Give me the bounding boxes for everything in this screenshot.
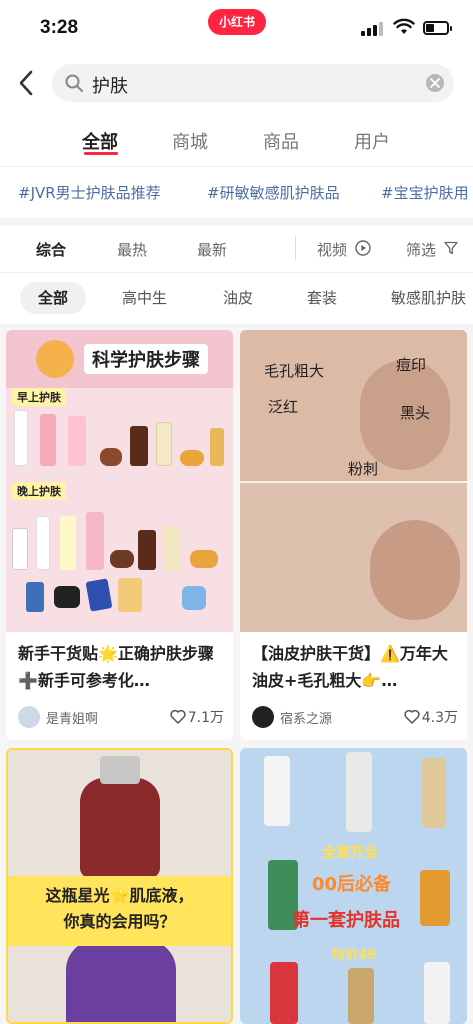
tab-all[interactable]: 全部: [82, 128, 118, 154]
tab-products[interactable]: 商品: [263, 128, 299, 154]
note-cover-image: 这瓶星光⭐肌底液， 你真的会用吗？: [8, 750, 231, 1022]
cover-morning-label: 早上护肤: [12, 388, 66, 406]
hashtag-link[interactable]: #研敏敏感肌护肤品: [207, 182, 340, 203]
hashtag-link[interactable]: #JVR男士护肤品推荐: [18, 182, 161, 203]
battery-icon: [423, 21, 452, 35]
photo-label: 黑头: [400, 404, 431, 422]
note-title: 新手干货贴🌟正确护肤步骤➕新手可参考化…: [18, 644, 214, 690]
heart-icon[interactable]: [404, 709, 420, 724]
chip-sensitive-skin[interactable]: 敏感肌护肤: [373, 282, 473, 314]
back-arrow-icon[interactable]: [14, 68, 40, 98]
photo-label: 泛红: [268, 398, 299, 416]
photo-label: 毛孔粗大: [264, 362, 325, 380]
cover-text: 全套齐全: [322, 845, 378, 861]
keyword-chips: 全部 高中生 油皮 套装 敏感肌护肤: [0, 280, 473, 320]
author-name[interactable]: 宿系之源: [280, 708, 332, 727]
result-tabs: 全部 商城 商品 用户: [0, 120, 473, 164]
cover-headline: 科学护肤步骤: [84, 344, 208, 374]
heart-icon[interactable]: [170, 709, 186, 724]
cellular-signal-icon: [361, 20, 383, 36]
avatar[interactable]: [18, 706, 40, 728]
app-logo-badge: 小红书: [208, 9, 266, 35]
note-author-row: 是青姐啊 7.1万: [18, 706, 224, 728]
note-cover-image: 科学护肤步骤 早上护肤 晚上护肤: [6, 330, 233, 632]
sort-hottest[interactable]: 最热: [117, 239, 147, 260]
play-circle-icon[interactable]: [355, 240, 371, 256]
hashtag-link[interactable]: #宝宝护肤用: [381, 182, 469, 203]
divider: [0, 166, 473, 167]
cover-text: 你真的会用吗？: [63, 912, 176, 931]
chip-sets[interactable]: 套装: [289, 282, 355, 314]
wifi-icon: [393, 18, 415, 34]
divider: [295, 236, 296, 260]
active-tab-indicator: [84, 152, 118, 155]
note-author-row: 宿系之源 4.3万: [252, 706, 458, 728]
chip-oily-skin[interactable]: 油皮: [205, 282, 271, 314]
tab-users[interactable]: 用户: [354, 128, 390, 154]
video-filter-button[interactable]: 视频: [317, 239, 347, 260]
note-feed: 科学护肤步骤 早上护肤 晚上护肤 新手干货贴🌟正确护肤步骤➕新手可参考化… 是青…: [0, 324, 473, 1024]
funnel-icon[interactable]: [444, 241, 458, 255]
note-card[interactable]: 科学护肤步骤 早上护肤 晚上护肤 新手干货贴🌟正确护肤步骤➕新手可参考化… 是青…: [6, 330, 233, 740]
note-cover-image: 全套齐全 00后必备 第一套护肤品 均价49: [240, 748, 467, 1024]
clear-search-icon[interactable]: [426, 74, 444, 92]
chip-highschool[interactable]: 高中生: [104, 282, 185, 314]
cover-text: 均价49: [332, 948, 377, 963]
search-icon: [65, 74, 83, 92]
note-card[interactable]: 毛孔粗大 痘印 泛红 黑头 粉刺 【油皮护肤干货】⚠️万年大油皮+毛孔粗大👉… …: [240, 330, 467, 740]
cover-text: 这瓶星光⭐肌底液，: [45, 886, 194, 905]
divider: [0, 272, 473, 273]
photo-label: 粉刺: [348, 460, 379, 478]
tab-mall[interactable]: 商城: [172, 128, 208, 154]
status-icons: [361, 18, 452, 38]
cover-text: 第一套护肤品: [292, 910, 400, 931]
note-card[interactable]: 全套齐全 00后必备 第一套护肤品 均价49: [240, 748, 467, 1024]
like-count: 7.1万: [187, 710, 224, 726]
search-query: 护肤: [92, 76, 128, 97]
status-time: 3:28: [40, 17, 79, 38]
note-title: 【油皮护肤干货】⚠️万年大油皮+毛孔粗大👉…: [252, 644, 448, 690]
cover-text: 00后必备: [312, 874, 392, 895]
note-cover-image: 毛孔粗大 痘印 泛红 黑头 粉刺: [240, 330, 467, 632]
hashtag-strip: #JVR男士护肤品推荐 #研敏敏感肌护肤品 #宝宝护肤用: [0, 168, 473, 216]
photo-label: 痘印: [396, 356, 427, 374]
cartoon-sticker: [36, 340, 74, 378]
filter-button[interactable]: 筛选: [406, 239, 436, 260]
author-name[interactable]: 是青姐啊: [46, 708, 98, 727]
like-count: 4.3万: [421, 710, 458, 726]
sort-comprehensive[interactable]: 综合: [36, 239, 66, 260]
search-input[interactable]: 护肤: [52, 64, 454, 102]
cover-evening-label: 晚上护肤: [12, 482, 66, 500]
sort-newest[interactable]: 最新: [197, 239, 227, 260]
chip-all[interactable]: 全部: [20, 282, 87, 314]
sort-filter-bar: 综合 最热 最新 视频 筛选: [0, 226, 473, 272]
section-gap: [0, 218, 473, 226]
note-card[interactable]: 这瓶星光⭐肌底液， 你真的会用吗？: [6, 748, 233, 1024]
status-bar: 3:28 小红书: [0, 0, 473, 54]
avatar[interactable]: [252, 706, 274, 728]
